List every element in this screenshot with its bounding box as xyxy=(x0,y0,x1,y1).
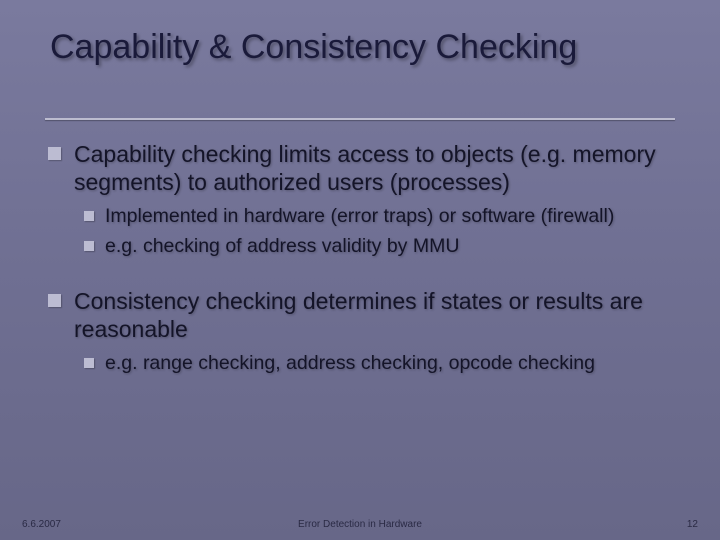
square-bullet-icon xyxy=(48,147,61,160)
slide-title: Capability & Consistency Checking xyxy=(0,0,720,75)
title-underline xyxy=(45,118,675,120)
bullet-text: Consistency checking determines if state… xyxy=(74,287,680,343)
bullet-level2: e.g. range checking, address checking, o… xyxy=(84,351,680,375)
slide-content: Capability checking limits access to obj… xyxy=(48,140,680,381)
footer-page-number: 12 xyxy=(687,519,698,530)
bullet-text: e.g. checking of address validity by MMU xyxy=(105,234,459,258)
square-bullet-icon xyxy=(84,358,94,368)
bullet-level1: Consistency checking determines if state… xyxy=(48,287,680,343)
square-bullet-icon xyxy=(48,294,61,307)
square-bullet-icon xyxy=(84,211,94,221)
bullet-text: Capability checking limits access to obj… xyxy=(74,140,680,196)
bullet-level2: Implemented in hardware (error traps) or… xyxy=(84,204,680,228)
slide: Capability & Consistency Checking Capabi… xyxy=(0,0,720,540)
bullet-level2: e.g. checking of address validity by MMU xyxy=(84,234,680,258)
bullet-text: Implemented in hardware (error traps) or… xyxy=(105,204,614,228)
slide-footer: 6.6.2007 Error Detection in Hardware 12 xyxy=(0,510,720,530)
bullet-level1: Capability checking limits access to obj… xyxy=(48,140,680,196)
spacer xyxy=(48,265,680,287)
bullet-text: e.g. range checking, address checking, o… xyxy=(105,351,595,375)
square-bullet-icon xyxy=(84,241,94,251)
footer-title: Error Detection in Hardware xyxy=(0,519,720,530)
